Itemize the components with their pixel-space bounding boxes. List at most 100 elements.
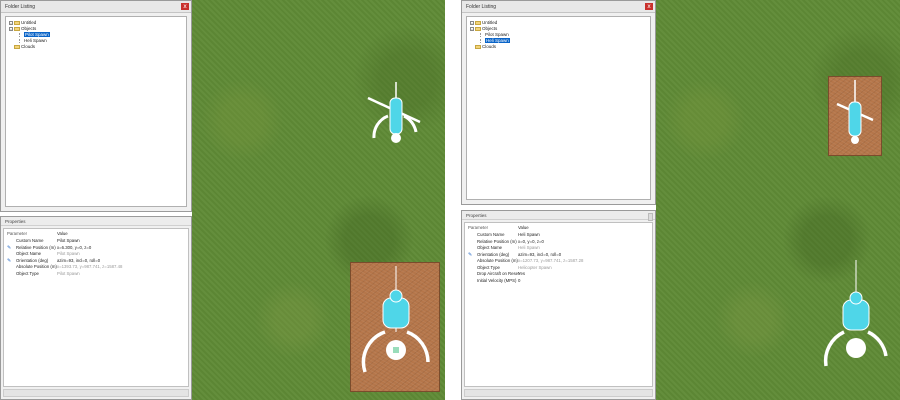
property-value[interactable]: Heli Spawn [518,232,540,238]
property-row[interactable]: Drop Aircraft on Reset Yes [465,271,652,277]
pilot-icon[interactable] [816,258,896,378]
tree-connector [19,38,22,43]
property-value[interactable]: Pilot Spawn [57,238,80,244]
pilot-icon[interactable] [355,262,437,382]
properties-title: Properties [1,217,191,226]
right-screenshot: Folder Listing x − Untitled − Objects Pilo… [461,0,900,400]
pin-icon[interactable]: ✎ [7,258,12,263]
property-row[interactable]: ✎ Orientation (deg) azim=93, incl=0, roll=… [465,252,652,258]
value-header: Value [518,225,529,230]
property-key: Relative Position (m) [16,244,56,250]
folder-listing-panel: Folder Listing x − Untitled − Objects Pilo… [0,0,192,212]
folder-icon [475,26,481,31]
tree-label: Heli Spawn [24,38,47,43]
property-row[interactable]: ✎ Orientation (deg) azim=93, incl=0, roll=… [4,258,188,264]
collapse-icon[interactable]: − [470,26,474,31]
tree-connector [480,38,483,43]
folder-listing-panel: Folder Listing x − Untitled − Objects Pilo… [461,0,656,205]
tree-node-clouds[interactable]: Clouds [475,44,496,50]
property-value: x=1393.73, y=987.741, z=1587.48 [57,264,123,269]
property-key: Object Name [16,251,42,256]
helicopter-icon[interactable] [360,80,430,145]
property-key: Relative Position (m) [477,238,517,244]
tree-label: Objects [482,26,498,31]
tree-label-selected: Heli Spawn [485,38,510,43]
folder-listing-title-text: Folder Listing [5,4,36,10]
folder-listing-title: Folder Listing x [462,1,655,13]
property-value[interactable]: 0 [518,278,520,284]
property-key: Object Type [16,270,39,276]
properties-panel: Properties Parameter Value Custom Name Pi… [0,216,192,400]
property-key: Initial Velocity (MPS) [477,277,517,283]
param-header: Parameter [468,225,489,230]
property-key: Drop Aircraft on Reset [477,271,520,276]
left-screenshot: Folder Listing x − Untitled − Objects Pilo… [0,0,445,400]
property-value[interactable]: azim=93, incl=0, roll=0 [57,258,100,264]
param-header: Parameter [7,231,28,236]
property-row[interactable]: Absolute Position (m) x=1207.73, y=987.74… [465,258,652,264]
property-row[interactable]: Object Name Heli Spawn [465,245,652,251]
property-key: Custom Name [477,232,505,237]
close-icon[interactable]: x [181,3,189,10]
property-value: Heli Spawn [518,245,540,250]
properties-header: Parameter Value [4,231,188,237]
folder-tree[interactable]: − Untitled − Objects Pilot Spawn Heli Spaw… [5,16,187,207]
property-key: Custom Name [16,238,44,243]
folder-icon [14,20,20,25]
value-header: Value [57,231,68,236]
property-key: Orientation (deg) [477,251,510,257]
property-row[interactable]: Object Type Pilot Spawn [4,271,188,277]
scrollbar[interactable] [648,213,653,221]
property-value[interactable]: Yes [518,271,525,277]
pin-icon[interactable]: ✎ [468,252,473,257]
folder-tree[interactable]: − Untitled − Objects Pilot Spawn Heli Spaw… [466,16,651,200]
folder-icon [14,26,20,31]
property-key: Object Type [477,264,500,270]
folder-icon [475,20,481,25]
property-value: Pilot Spawn [57,270,80,276]
pin-icon[interactable]: ✎ [7,245,12,250]
property-row[interactable]: Absolute Position (m) x=1393.73, y=987.74… [4,264,188,270]
properties-grid[interactable]: Parameter Value Custom Name Heli Spawn Re… [464,222,653,387]
tree-label: Objects [21,26,37,31]
property-value[interactable]: x=6.300, y=0, z=0 [57,245,91,251]
property-value: Helicopter Spawn [518,264,552,270]
folder-icon [14,44,20,49]
collapse-icon[interactable]: − [9,26,13,31]
property-row[interactable]: Custom Name Heli Spawn [465,232,652,238]
helicopter-icon[interactable] [831,78,879,154]
tree-label: Clouds [482,44,497,49]
property-value: x=1207.73, y=987.741, z=1587.28 [518,258,584,263]
tree-label: Clouds [21,44,36,49]
collapse-icon[interactable]: − [470,20,474,25]
tree-label: Untitled [21,20,37,25]
property-row[interactable]: Relative Position (m) x=0, y=0, z=0 [465,239,652,245]
properties-header: Parameter Value [465,225,652,231]
properties-grid[interactable]: Parameter Value Custom Name Pilot Spawn ✎… [3,228,189,387]
tree-label-selected: Pilot Spawn [24,32,50,37]
folder-listing-title-text: Folder Listing [466,4,497,10]
tree-node-clouds[interactable]: Clouds [14,44,35,50]
property-row[interactable]: ✎ Relative Position (m) x=6.300, y=0, z=0 [4,245,188,251]
collapse-icon[interactable]: − [9,20,13,25]
property-row[interactable]: Initial Velocity (MPS) 0 [465,278,652,284]
property-row[interactable]: Object Name Pilot Spawn [4,251,188,257]
property-value: Pilot Spawn [57,251,80,256]
close-icon[interactable]: x [645,3,653,10]
property-key: Absolute Position (m) [16,264,57,269]
property-key: Absolute Position (m) [477,258,518,263]
properties-description [464,389,653,397]
properties-title: Properties [462,211,655,220]
property-row[interactable]: Custom Name Pilot Spawn [4,238,188,244]
tree-label: Pilot Spawn [485,32,509,37]
properties-panel: Properties Parameter Value Custom Name He… [461,210,656,400]
property-value[interactable]: x=0, y=0, z=0 [518,239,544,245]
property-value[interactable]: azim=93, incl=0, roll=0 [518,252,561,258]
tree-connector [480,32,483,37]
tree-connector [19,32,22,37]
property-row[interactable]: Object Type Helicopter Spawn [465,265,652,271]
property-key: Object Name [477,245,503,250]
tree-label: Untitled [482,20,498,25]
properties-description [3,389,189,397]
property-key: Orientation (deg) [16,257,49,263]
